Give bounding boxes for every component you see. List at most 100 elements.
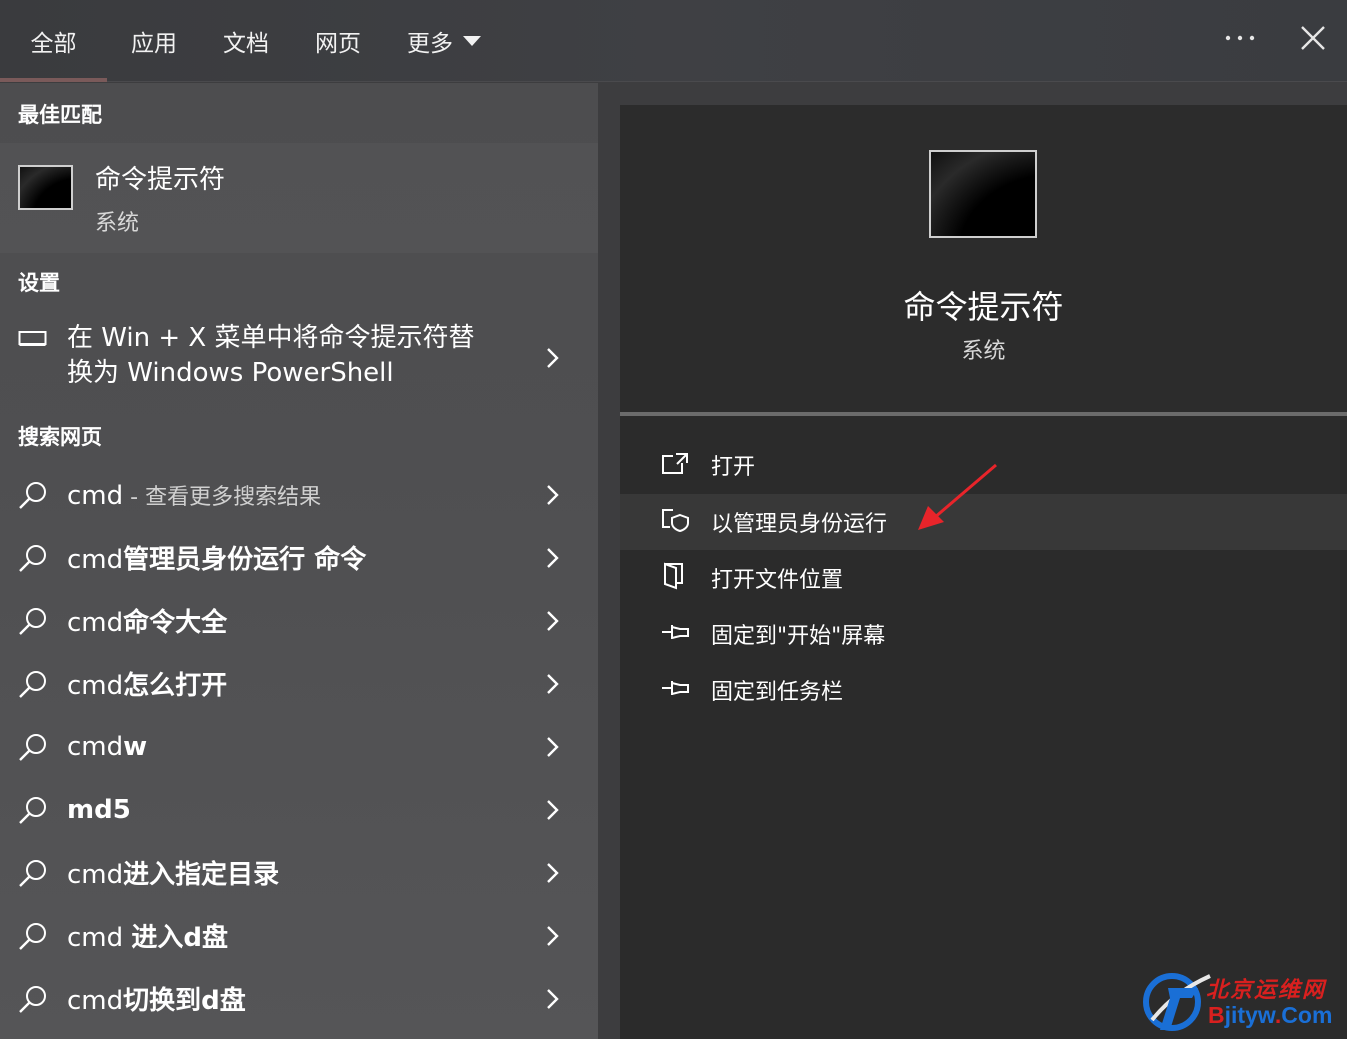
web-result-prefix: cmd (67, 986, 124, 1016)
tab-label: 应用 (131, 31, 177, 57)
best-match-subtitle: 系统 (95, 211, 140, 236)
web-result-prefix: cmd (67, 731, 124, 762)
action-label: 打开文件位置 (711, 568, 844, 593)
web-result-suffix: 进入指定目录 (123, 860, 280, 890)
search-icon (19, 670, 46, 698)
action-label: 固定到任务栏 (711, 680, 844, 705)
pin-icon (660, 621, 692, 647)
action-pin-to-start[interactable]: 固定到"开始"屏幕 (620, 606, 1347, 662)
site-watermark-logo: 北京运维网 Bjityw.Com (1140, 968, 1347, 1039)
web-result-suffix: 怎么打开 (123, 671, 228, 701)
web-result-suffix: md5 (67, 794, 131, 825)
web-result-suffix: 切换到d盘 (123, 986, 246, 1016)
web-result-item[interactable]: cmdw (0, 715, 598, 778)
command-prompt-icon (18, 165, 73, 210)
search-icon (19, 607, 46, 635)
tab-more[interactable]: 更多 (394, 0, 494, 82)
web-result-item[interactable]: md5 (0, 778, 598, 841)
tab-documents[interactable]: 文档 (210, 0, 282, 82)
more-horizontal-icon[interactable] (1220, 18, 1260, 58)
tab-label: 更多 (407, 31, 453, 57)
watermark-en-rest: jityw (1224, 1002, 1275, 1028)
web-result-label: cmd管理员身份运行 命令 (67, 539, 366, 576)
web-result-suffix: w (123, 731, 148, 762)
web-result-label: md5 (67, 795, 131, 825)
watermark-cn-text: 北京运维网 (1206, 977, 1327, 1003)
close-icon[interactable] (1292, 18, 1334, 58)
chevron-right-icon[interactable] (545, 798, 561, 822)
tab-apps[interactable]: 应用 (118, 0, 190, 82)
web-result-item[interactable]: cmd切换到d盘 (0, 967, 598, 1030)
web-result-item[interactable]: cmd怎么打开 (0, 652, 598, 715)
action-pin-to-taskbar[interactable]: 固定到任务栏 (620, 662, 1347, 718)
annotation-arrow-icon (918, 463, 997, 530)
web-result-label: cmd怎么打开 (67, 665, 227, 702)
chevron-right-icon[interactable] (545, 346, 561, 370)
chevron-right-icon[interactable] (545, 672, 561, 696)
setting-item[interactable]: 在 Win + X 菜单中将命令提示符替 换为 Windows PowerShe… (0, 315, 598, 401)
web-result-item[interactable]: cmd进入指定目录 (0, 841, 598, 904)
preview-panel: 命令提示符 系统 打开 以管理员身份运行 打开文件位置 固定到"开始"屏幕 固定… (620, 105, 1347, 1039)
search-icon (19, 733, 46, 761)
display-icon (18, 329, 48, 353)
web-result-prefix: cmd (67, 671, 124, 701)
search-icon (19, 481, 46, 509)
web-result-label: cmdw (67, 732, 147, 762)
chevron-right-icon[interactable] (545, 987, 561, 1011)
watermark-en-com: Com (1281, 1002, 1333, 1028)
action-label: 以管理员身份运行 (711, 512, 888, 537)
web-result-label: cmd命令大全 (67, 602, 227, 639)
preview-divider (620, 412, 1347, 416)
setting-label-line2: 换为 Windows PowerShell (67, 358, 394, 388)
action-open-file-location[interactable]: 打开文件位置 (620, 550, 1347, 606)
search-icon (19, 922, 46, 950)
web-result-suffix: - 查看更多搜索结果 (123, 484, 322, 510)
preview-header: 命令提示符 系统 (620, 105, 1347, 413)
web-result-label: cmd 进入d盘 (67, 917, 228, 954)
best-match-item[interactable]: 命令提示符 系统 (0, 143, 598, 253)
preview-title: 命令提示符 (903, 288, 1064, 326)
search-web-heading: 搜索网页 (18, 425, 102, 449)
web-result-suffix: 管理员身份运行 命令 (123, 545, 367, 575)
chevron-right-icon[interactable] (545, 546, 561, 570)
caret-down-icon (463, 36, 481, 46)
web-result-prefix: cmd (67, 480, 124, 511)
open-window-icon (660, 451, 690, 479)
best-match-heading: 最佳匹配 (18, 103, 102, 127)
search-tab-bar: 全部 应用 文档 网页 更多 (0, 0, 1347, 82)
chevron-right-icon[interactable] (545, 735, 561, 759)
tab-label: 网页 (315, 31, 361, 57)
tab-all[interactable]: 全部 (0, 0, 107, 82)
web-result-prefix: cmd (67, 860, 124, 890)
watermark-en-text: Bjityw.Com (1208, 1002, 1332, 1029)
web-result-suffix: 命令大全 (123, 608, 228, 638)
tab-label: 文档 (223, 31, 269, 57)
chevron-right-icon[interactable] (545, 609, 561, 633)
pin-icon (660, 677, 692, 703)
search-icon (19, 796, 46, 824)
command-prompt-large-icon (929, 150, 1037, 238)
web-result-prefix: cmd (67, 923, 132, 953)
web-result-item[interactable]: cmd 进入d盘 (0, 904, 598, 967)
best-match-name: 命令提示符 (95, 165, 226, 195)
setting-label: 在 Win + X 菜单中将命令提示符替 换为 Windows PowerShe… (67, 321, 527, 391)
web-result-item[interactable]: cmd - 查看更多搜索结果 (0, 463, 598, 526)
tab-web[interactable]: 网页 (302, 0, 374, 82)
chevron-right-icon[interactable] (545, 924, 561, 948)
action-label: 打开 (711, 455, 756, 480)
web-result-item[interactable]: cmd命令大全 (0, 589, 598, 652)
chevron-right-icon[interactable] (545, 861, 561, 885)
web-result-label: cmd - 查看更多搜索结果 (67, 479, 321, 511)
admin-shield-icon (660, 507, 692, 537)
tab-label: 全部 (30, 31, 77, 57)
preview-subtitle: 系统 (961, 339, 1006, 364)
web-result-item[interactable]: cmd管理员身份运行 命令 (0, 526, 598, 589)
watermark-en-b: B (1208, 1002, 1225, 1028)
setting-label-line1: 在 Win + X 菜单中将命令提示符替 (67, 323, 475, 353)
search-icon (19, 859, 46, 887)
web-result-suffix: 进入d盘 (131, 923, 229, 953)
chevron-right-icon[interactable] (545, 483, 561, 507)
web-result-prefix: cmd (67, 545, 124, 575)
web-result-label: cmd切换到d盘 (67, 980, 246, 1017)
web-result-prefix: cmd (67, 608, 124, 638)
